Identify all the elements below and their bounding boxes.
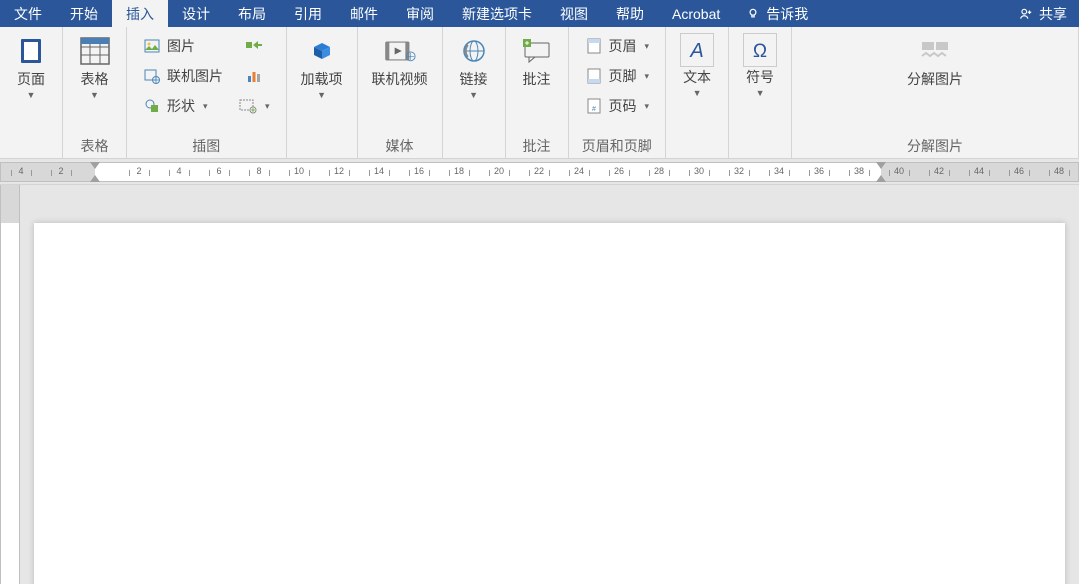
shapes-button[interactable]: 形状 ▾ (139, 93, 227, 119)
caret-down-icon: ▾ (645, 41, 650, 52)
chart-button[interactable] (235, 63, 274, 89)
picture-label: 图片 (167, 36, 195, 56)
svg-text:Ω: Ω (753, 41, 767, 62)
online-picture-button[interactable]: 联机图片 (139, 63, 227, 89)
comments-group-label: 批注 (514, 134, 560, 156)
symbol-button[interactable]: Ω 符号 ▼ (737, 31, 783, 100)
footer-icon (585, 67, 603, 85)
tab-file[interactable]: 文件 (0, 0, 56, 27)
page-number-label: 页码 (609, 96, 637, 116)
page-container (20, 185, 1079, 584)
link-button[interactable]: 链接 ▼ (451, 31, 497, 102)
share-label: 共享 (1039, 4, 1067, 24)
omega-icon: Ω (743, 33, 777, 67)
caret-down-icon: ▾ (203, 101, 208, 112)
video-icon (384, 33, 416, 69)
smartart-icon (245, 37, 263, 55)
caret-down-icon: ▾ (265, 101, 270, 112)
tab-view[interactable]: 视图 (546, 0, 602, 27)
caret-down-icon: ▼ (317, 90, 326, 100)
comment-label: 批注 (523, 71, 551, 88)
smartart-button[interactable] (235, 33, 274, 59)
tab-references[interactable]: 引用 (280, 0, 336, 27)
caret-down-icon: ▼ (693, 88, 702, 98)
document-page[interactable] (34, 223, 1065, 584)
online-video-label: 联机视频 (372, 71, 428, 88)
addins-icon (306, 33, 338, 69)
online-picture-label: 联机图片 (167, 66, 223, 86)
tell-me-button[interactable]: 告诉我 (734, 0, 820, 27)
vertical-ruler[interactable] (0, 185, 20, 584)
screenshot-icon (239, 97, 257, 115)
svg-text:#: # (592, 106, 596, 113)
pages-label: 页面 (17, 71, 45, 88)
table-button[interactable]: 表格 ▼ (72, 31, 118, 102)
online-video-button[interactable]: 联机视频 (366, 31, 434, 90)
illustrations-group-label: 插图 (135, 134, 278, 156)
tab-acrobat[interactable]: Acrobat (658, 0, 734, 27)
text-button[interactable]: A 文本 ▼ (674, 31, 720, 100)
svg-text:A: A (689, 40, 703, 62)
tab-mailings[interactable]: 邮件 (336, 0, 392, 27)
header-button[interactable]: 页眉 ▾ (581, 33, 654, 59)
tab-design[interactable]: 设计 (168, 0, 224, 27)
page-number-button[interactable]: # 页码 ▾ (581, 93, 654, 119)
header-label: 页眉 (609, 36, 637, 56)
chart-icon (245, 67, 263, 85)
page-number-icon: # (585, 97, 603, 115)
tab-layout[interactable]: 布局 (224, 0, 280, 27)
comment-icon (521, 33, 553, 69)
decompose-picture-button: 分解图片 (901, 31, 969, 90)
picture-icon (143, 37, 161, 55)
tab-newtab[interactable]: 新建选项卡 (448, 0, 546, 27)
person-plus-icon (1019, 7, 1033, 21)
decompose-group-label: 分解图片 (800, 134, 1070, 156)
lightbulb-icon (746, 7, 760, 21)
link-label: 链接 (460, 71, 488, 88)
pages-button[interactable]: 页面 ▼ (8, 31, 54, 102)
tell-me-label: 告诉我 (766, 4, 808, 24)
online-picture-icon (143, 67, 161, 85)
ribbon-tabs: 文件 开始 插入 设计 布局 引用 邮件 审阅 新建选项卡 视图 帮助 Acro… (0, 0, 1079, 27)
document-area (0, 185, 1079, 584)
caret-down-icon: ▼ (27, 90, 36, 100)
comment-button[interactable]: 批注 (514, 31, 560, 90)
page-icon (15, 33, 47, 69)
footer-label: 页脚 (609, 66, 637, 86)
tables-group-label: 表格 (71, 134, 118, 156)
tab-help[interactable]: 帮助 (602, 0, 658, 27)
picture-button[interactable]: 图片 (139, 33, 227, 59)
caret-down-icon: ▼ (90, 90, 99, 100)
tab-review[interactable]: 审阅 (392, 0, 448, 27)
decompose-label: 分解图片 (907, 71, 963, 88)
symbol-label: 符号 (746, 69, 774, 86)
footer-button[interactable]: 页脚 ▾ (581, 63, 654, 89)
caret-down-icon: ▼ (469, 90, 478, 100)
addins-label: 加载项 (301, 71, 343, 88)
text-icon: A (680, 33, 714, 67)
addins-button[interactable]: 加载项 ▼ (295, 31, 349, 102)
caret-down-icon: ▾ (645, 71, 650, 82)
media-group-label: 媒体 (366, 134, 434, 156)
tab-insert[interactable]: 插入 (112, 0, 168, 27)
horizontal-ruler[interactable]: 4224681012141618202224262830323436384042… (0, 159, 1079, 185)
decompose-icon (919, 33, 951, 69)
shapes-label: 形状 (167, 96, 195, 116)
table-icon (79, 33, 111, 69)
ribbon: 页面 ▼ 表格 ▼ 表格 图片 (0, 27, 1079, 159)
table-label: 表格 (81, 71, 109, 88)
link-icon (458, 33, 490, 69)
tab-home[interactable]: 开始 (56, 0, 112, 27)
share-button[interactable]: 共享 (1007, 0, 1079, 27)
header-icon (585, 37, 603, 55)
text-label: 文本 (683, 69, 711, 86)
header-footer-group-label: 页眉和页脚 (577, 134, 658, 156)
screenshot-button[interactable]: ▾ (235, 93, 274, 119)
caret-down-icon: ▼ (756, 88, 765, 98)
caret-down-icon: ▾ (645, 101, 650, 112)
shapes-icon (143, 97, 161, 115)
